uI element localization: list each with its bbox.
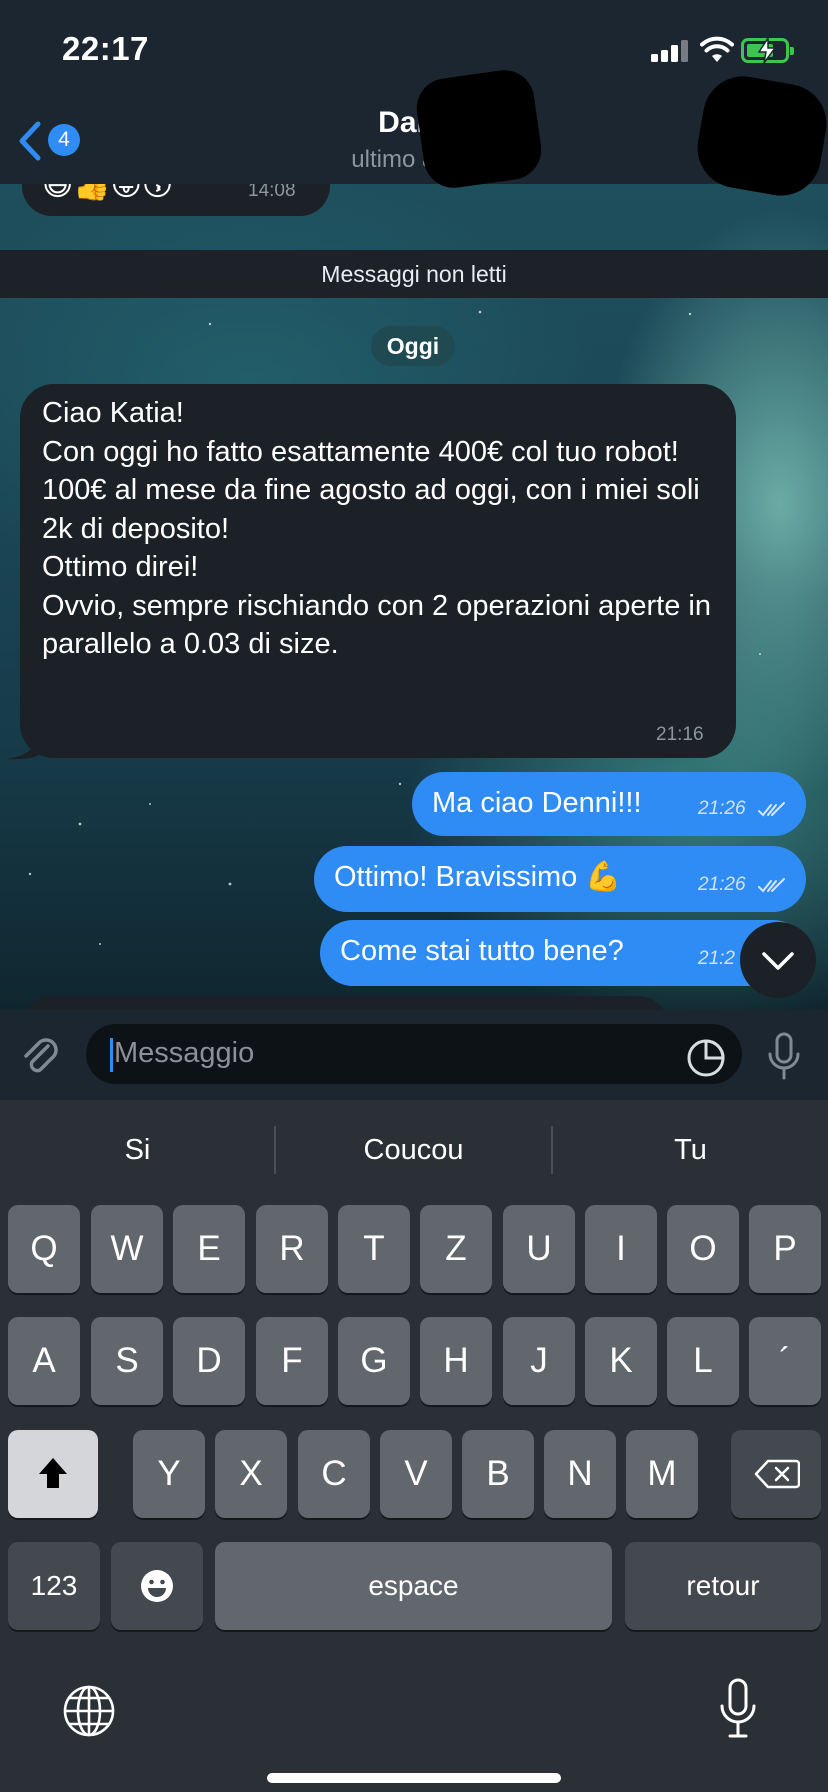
cellular-signal-icon: [651, 40, 689, 62]
text-caret: [110, 1038, 113, 1072]
message-time: 21:2: [698, 948, 735, 969]
message-bubble-incoming[interactable]: 😅👍😜😗 14:08: [22, 184, 330, 216]
message-text: Ciao Katia! Con oggi ho fatto esattament…: [42, 397, 711, 660]
message-input-placeholder: Messaggio: [114, 1037, 255, 1069]
double-check-icon: [758, 802, 785, 817]
message-bubble-incoming[interactable]: Ciao Katia! Con oggi ho fatto esattament…: [20, 384, 736, 758]
delete-key[interactable]: [731, 1430, 821, 1518]
message-text: Ma ciao Denni!!!: [432, 787, 642, 819]
message-time: 21:26: [698, 798, 746, 819]
scroll-to-bottom-button[interactable]: [740, 922, 816, 998]
message-emojis: 😅👍😜😗: [42, 184, 174, 202]
battery-icon: [741, 38, 794, 63]
sticker-icon[interactable]: [686, 1038, 726, 1078]
key-o[interactable]: O: [667, 1205, 739, 1293]
key-u[interactable]: U: [503, 1205, 575, 1293]
date-separator: Oggi: [371, 326, 455, 366]
return-key[interactable]: retour: [625, 1542, 821, 1630]
message-text: Ottimo! Bravissimo 💪: [334, 861, 622, 893]
message-text: Come stai tutto bene?: [340, 935, 624, 967]
message-time: 21:26: [698, 874, 746, 895]
shift-icon: [39, 1458, 67, 1488]
key-f[interactable]: F: [256, 1317, 328, 1405]
key-a[interactable]: A: [8, 1317, 80, 1405]
suggestion-bar: Si Coucou Tu: [0, 1100, 828, 1200]
status-bar: 22:17: [0, 0, 828, 96]
key-j[interactable]: J: [503, 1317, 575, 1405]
key-q[interactable]: Q: [8, 1205, 80, 1293]
key-w[interactable]: W: [91, 1205, 163, 1293]
suggestion-1[interactable]: Si: [0, 1100, 275, 1200]
key-r[interactable]: R: [256, 1205, 328, 1293]
wifi-icon: [700, 36, 734, 62]
message-input[interactable]: Messaggio: [86, 1024, 742, 1084]
home-indicator: [267, 1773, 561, 1783]
key-b[interactable]: B: [462, 1430, 534, 1518]
key-z[interactable]: Z: [420, 1205, 492, 1293]
key-l[interactable]: L: [667, 1317, 739, 1405]
key-e[interactable]: E: [173, 1205, 245, 1293]
key-d[interactable]: D: [173, 1317, 245, 1405]
key-v[interactable]: V: [380, 1430, 452, 1518]
unread-messages-divider: Messaggi non letti: [0, 250, 828, 298]
suggestion-2[interactable]: Coucou: [276, 1100, 551, 1200]
message-bubble-outgoing[interactable]: Come stai tutto bene? 21:2: [320, 920, 806, 986]
key-c[interactable]: C: [298, 1430, 370, 1518]
key-g[interactable]: G: [338, 1317, 410, 1405]
key-h[interactable]: H: [420, 1317, 492, 1405]
shift-key[interactable]: [8, 1430, 98, 1518]
key-s[interactable]: S: [91, 1317, 163, 1405]
status-time: 22:17: [62, 30, 149, 67]
numbers-key[interactable]: 123: [8, 1542, 100, 1630]
double-check-icon: [758, 878, 785, 893]
keyboard: Si Coucou Tu Q W E R T Z U I O P A S D F…: [0, 1100, 828, 1792]
key-p[interactable]: P: [749, 1205, 821, 1293]
key-acute-accent[interactable]: ´: [749, 1317, 821, 1405]
message-list[interactable]: 😅👍😜😗 14:08 Messaggi non letti Oggi Ciao …: [0, 184, 828, 1010]
message-time: 21:16: [656, 724, 704, 745]
microphone-icon[interactable]: [764, 1032, 804, 1082]
paperclip-icon[interactable]: [18, 1034, 64, 1080]
emoji-icon: [141, 1570, 173, 1602]
message-time: 14:08: [248, 184, 296, 201]
key-k[interactable]: K: [585, 1317, 657, 1405]
redaction-mark: [412, 66, 546, 192]
key-i[interactable]: I: [585, 1205, 657, 1293]
key-x[interactable]: X: [215, 1430, 287, 1518]
emoji-key[interactable]: [111, 1542, 203, 1630]
chevron-down-icon: [762, 952, 794, 970]
backspace-icon: [754, 1459, 800, 1489]
globe-icon[interactable]: [62, 1684, 116, 1738]
key-y[interactable]: Y: [133, 1430, 205, 1518]
dictation-microphone-icon[interactable]: [718, 1678, 758, 1740]
message-bubble-outgoing[interactable]: Ottimo! Bravissimo 💪 21:26: [314, 846, 806, 912]
key-m[interactable]: M: [626, 1430, 698, 1518]
space-key[interactable]: espace: [215, 1542, 612, 1630]
message-bubble-outgoing[interactable]: Ma ciao Denni!!! 21:26: [412, 772, 806, 836]
key-t[interactable]: T: [338, 1205, 410, 1293]
key-n[interactable]: N: [544, 1430, 616, 1518]
suggestion-3[interactable]: Tu: [553, 1100, 828, 1200]
bubble-tail: [6, 732, 40, 760]
message-composer: Messaggio: [0, 1010, 828, 1100]
message-bubble-incoming[interactable]: [22, 996, 668, 1010]
